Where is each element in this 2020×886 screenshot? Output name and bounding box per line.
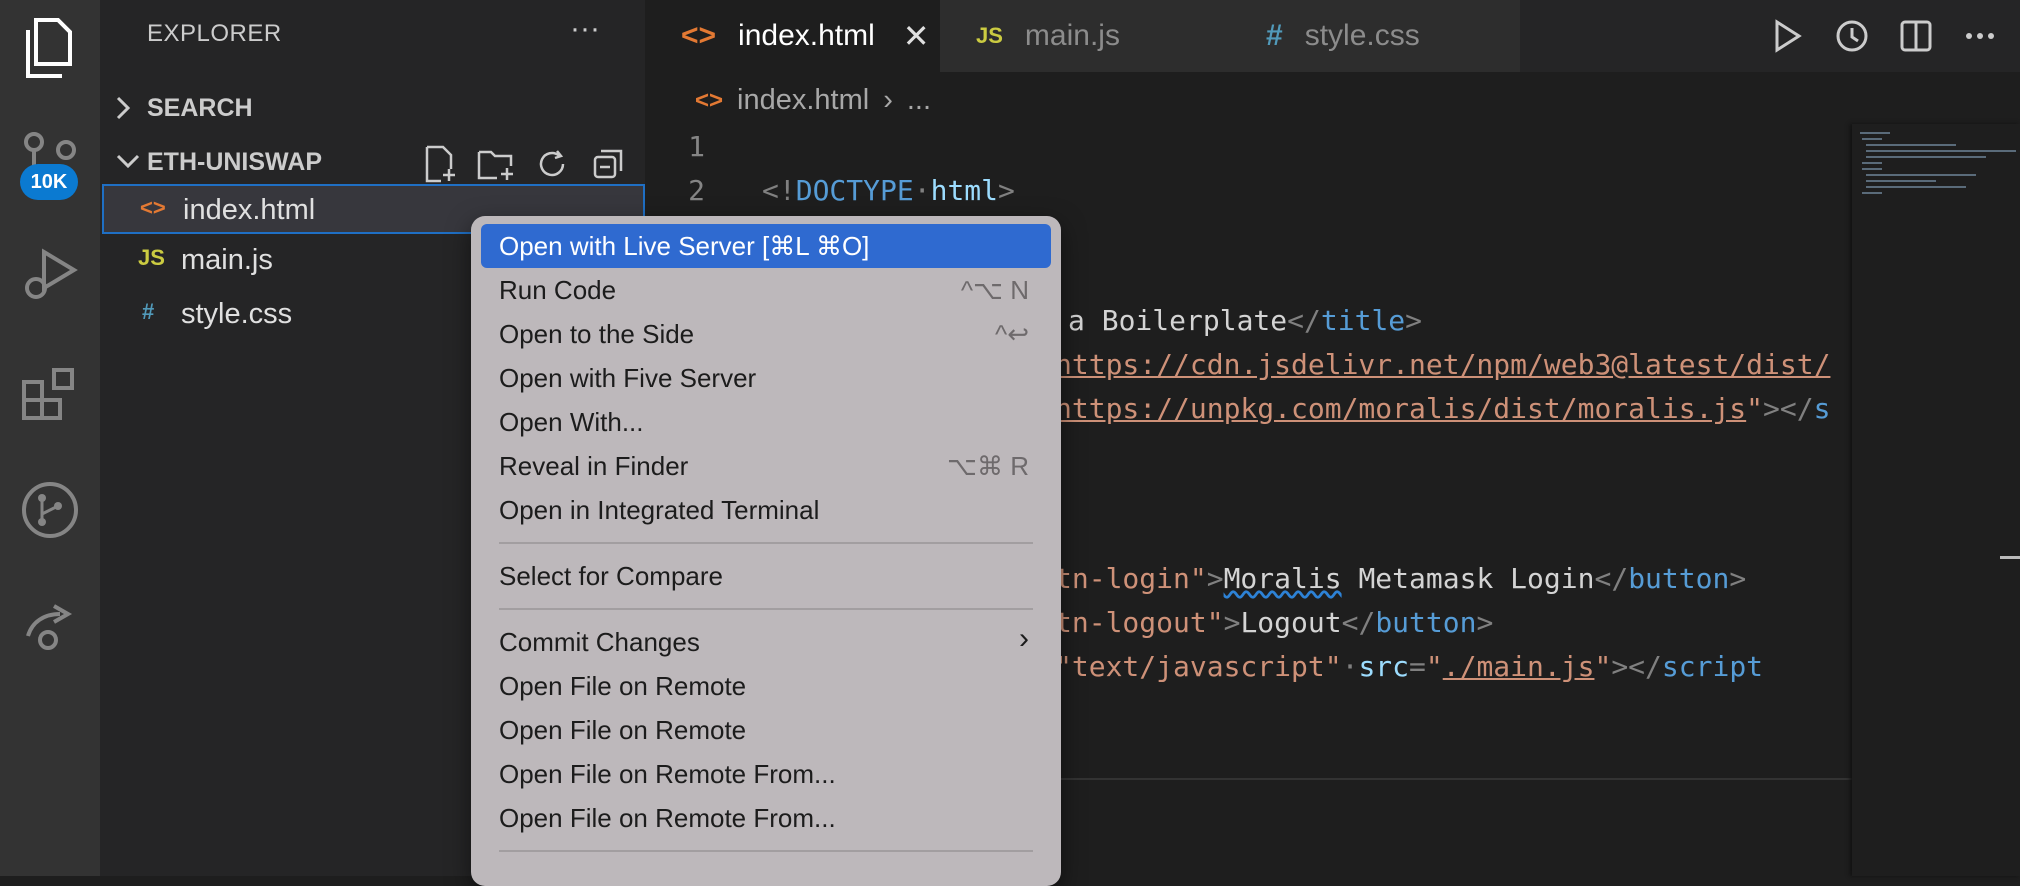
- file-name: index.html: [183, 194, 316, 226]
- close-icon[interactable]: ✕: [903, 17, 930, 55]
- tab-label: style.css: [1304, 19, 1420, 52]
- css-file-icon: #: [1266, 19, 1283, 52]
- menu-item-open-five-server[interactable]: Open with Five Server: [481, 356, 1051, 400]
- scrollbar-marker: [2000, 556, 2020, 559]
- code-line-2: <!DOCTYPE·html>: [762, 174, 1015, 207]
- more-actions-icon[interactable]: ···: [570, 12, 600, 46]
- html-file-icon: <>: [695, 86, 724, 114]
- code-login-button-line: tn-login">Moralis Metamask Login</button…: [1055, 562, 1747, 595]
- line-number: 1: [688, 130, 705, 163]
- tab-main-js[interactable]: JS main.js: [940, 0, 1230, 72]
- code-web3-script-line: https://cdn.jsdelivr.net/npm/web3@latest…: [1055, 348, 1831, 381]
- chevron-right-icon: ›: [1019, 622, 1029, 655]
- code-moralis-script-line: https://unpkg.com/moralis/dist/moralis.j…: [1055, 392, 1831, 425]
- more-actions-icon[interactable]: [1960, 16, 2000, 56]
- editor-tab-bar: <> index.html ✕ JS main.js # style.css: [645, 0, 2020, 72]
- breadcrumb: <> index.html › ...: [695, 84, 931, 117]
- new-folder-icon[interactable]: [476, 144, 516, 184]
- split-editor-icon[interactable]: [1896, 16, 1936, 56]
- folder-section-header[interactable]: ETH-UNISWAP: [100, 138, 645, 188]
- menu-item-open-file-on-remote[interactable]: Open File on Remote: [481, 664, 1051, 708]
- menu-separator: [499, 542, 1033, 544]
- menu-separator: [499, 608, 1033, 610]
- html-file-icon: <>: [681, 19, 717, 52]
- file-name: style.css: [181, 298, 293, 330]
- code-main-script-line: "text/javascript"·src="./main.js"></scri…: [1055, 650, 1764, 683]
- chevron-down-icon: [114, 148, 142, 183]
- activity-bar: 10K: [0, 0, 100, 876]
- js-file-icon: JS: [138, 245, 165, 270]
- js-file-icon: JS: [976, 23, 1003, 48]
- tab-style-css[interactable]: # style.css: [1230, 0, 1520, 72]
- tab-index-html[interactable]: <> index.html ✕: [645, 0, 940, 72]
- chevron-right-icon: [114, 94, 134, 129]
- breadcrumb-separator: ›: [883, 84, 893, 116]
- menu-item-reveal-in-finder[interactable]: Reveal in Finder ⌥⌘ R: [481, 444, 1051, 488]
- explorer-title: EXPLORER: [147, 20, 282, 47]
- menu-item-open-live-server[interactable]: Open with Live Server [⌘L ⌘O]: [481, 224, 1051, 268]
- code-logout-button-line: tn-logout">Logout</button>: [1055, 606, 1494, 639]
- line-number: 2: [688, 174, 705, 207]
- menu-item-open-to-side[interactable]: Open to the Side ^↩: [481, 312, 1051, 356]
- folder-name: ETH-UNISWAP: [147, 148, 322, 176]
- refresh-icon[interactable]: [532, 144, 572, 184]
- timeline-icon[interactable]: [1832, 16, 1872, 56]
- code-title-line: a Boilerplate</title>: [1068, 304, 1423, 337]
- tab-label: main.js: [1024, 19, 1120, 52]
- menu-item-open-integrated-terminal[interactable]: Open in Integrated Terminal: [481, 488, 1051, 532]
- explorer-icon[interactable]: [10, 8, 90, 88]
- extensions-icon[interactable]: [10, 354, 90, 434]
- menu-item-commit-changes[interactable]: Commit Changes ›: [481, 620, 1051, 664]
- menu-item-open-file-on-remote-from[interactable]: Open File on Remote From...: [481, 796, 1051, 840]
- search-section-header[interactable]: SEARCH: [100, 84, 645, 134]
- menu-item-open-with[interactable]: Open With...: [481, 400, 1051, 444]
- collapse-all-icon[interactable]: [588, 144, 628, 184]
- tab-label: index.html: [738, 19, 875, 52]
- breadcrumb-file[interactable]: index.html: [737, 84, 869, 117]
- shortcut: ^⌥ N: [960, 275, 1029, 305]
- breadcrumb-rest[interactable]: ...: [907, 84, 931, 117]
- menu-item-open-file-on-remote-from[interactable]: Open File on Remote From...: [481, 752, 1051, 796]
- source-control-badge: 10K: [20, 164, 78, 200]
- menu-item-select-for-compare[interactable]: Select for Compare: [481, 554, 1051, 598]
- css-file-icon: #: [142, 299, 155, 324]
- remote-icon[interactable]: [10, 586, 90, 666]
- menu-item-open-file-on-remote[interactable]: Open File on Remote: [481, 708, 1051, 752]
- menu-separator: [499, 850, 1033, 852]
- new-file-icon[interactable]: [420, 144, 460, 184]
- file-name: main.js: [181, 244, 273, 276]
- menu-item-run-code[interactable]: Run Code ^⌥ N: [481, 268, 1051, 312]
- minimap[interactable]: [1852, 124, 2020, 876]
- search-section-label: SEARCH: [147, 94, 253, 122]
- run-debug-icon[interactable]: [10, 234, 90, 314]
- context-menu: Open with Live Server [⌘L ⌘O] Run Code ^⌥…: [471, 216, 1061, 886]
- shortcut: ^↩: [995, 319, 1029, 349]
- run-icon[interactable]: [1768, 16, 1808, 56]
- git-graph-icon[interactable]: [10, 470, 90, 550]
- html-file-icon: <>: [140, 195, 166, 220]
- shortcut: ⌥⌘ R: [947, 451, 1029, 481]
